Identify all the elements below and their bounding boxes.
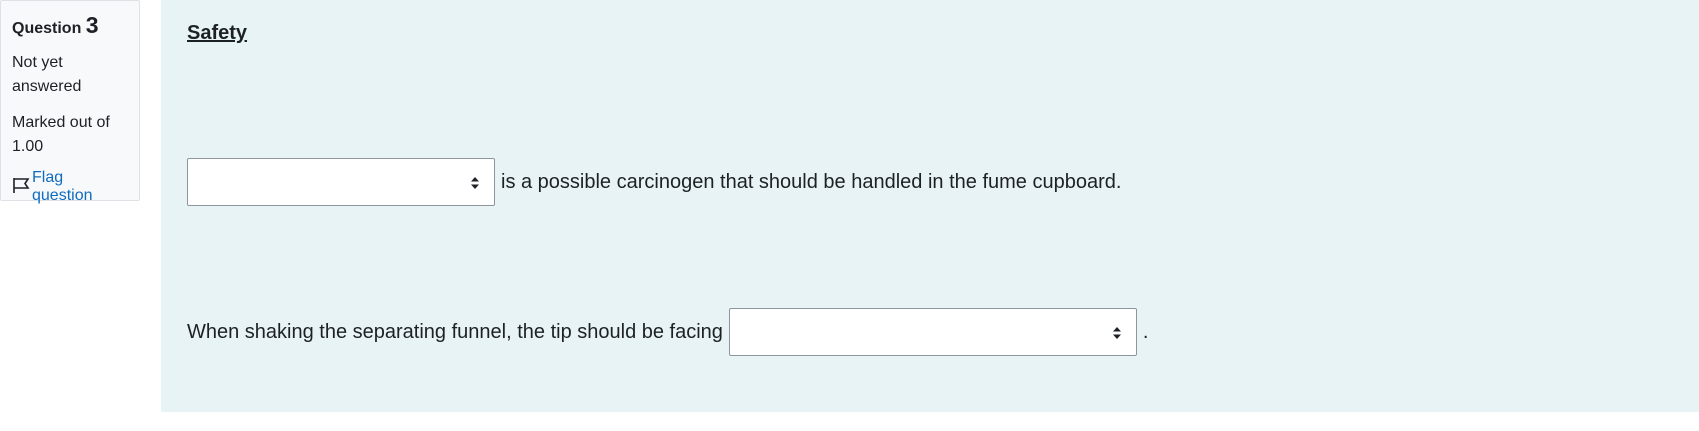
question-info-panel: Question 3 Not yet answered Marked out o… xyxy=(0,0,140,204)
question-word: Question xyxy=(12,20,82,37)
answer-select-2[interactable] xyxy=(728,308,1137,356)
flag-question-link[interactable]: Flag question xyxy=(12,169,128,205)
flag-question-label: Flag question xyxy=(32,169,93,204)
question-number-heading: Question 3 xyxy=(12,11,128,43)
question-number: 3 xyxy=(85,12,99,38)
question-content: Safety is a possible carcinogen that sho… xyxy=(161,0,1699,412)
sort-arrows-icon xyxy=(470,174,480,197)
line2-text-after: . xyxy=(1142,320,1149,343)
flag-icon xyxy=(12,176,32,199)
line2-text-before: When shaking the separating funnel, the … xyxy=(187,320,723,343)
question-state: Not yet answered xyxy=(12,54,82,95)
line1-text-after: is a possible carcinogen that should be … xyxy=(501,170,1122,193)
question-line-2: When shaking the separating funnel, the … xyxy=(187,308,1148,356)
question-line-1: is a possible carcinogen that should be … xyxy=(187,158,1121,206)
sort-arrows-icon xyxy=(1112,324,1122,347)
question-title: Safety xyxy=(187,22,248,44)
question-grade: Marked out of 1.00 xyxy=(12,114,110,155)
answer-select-1[interactable] xyxy=(187,158,495,206)
